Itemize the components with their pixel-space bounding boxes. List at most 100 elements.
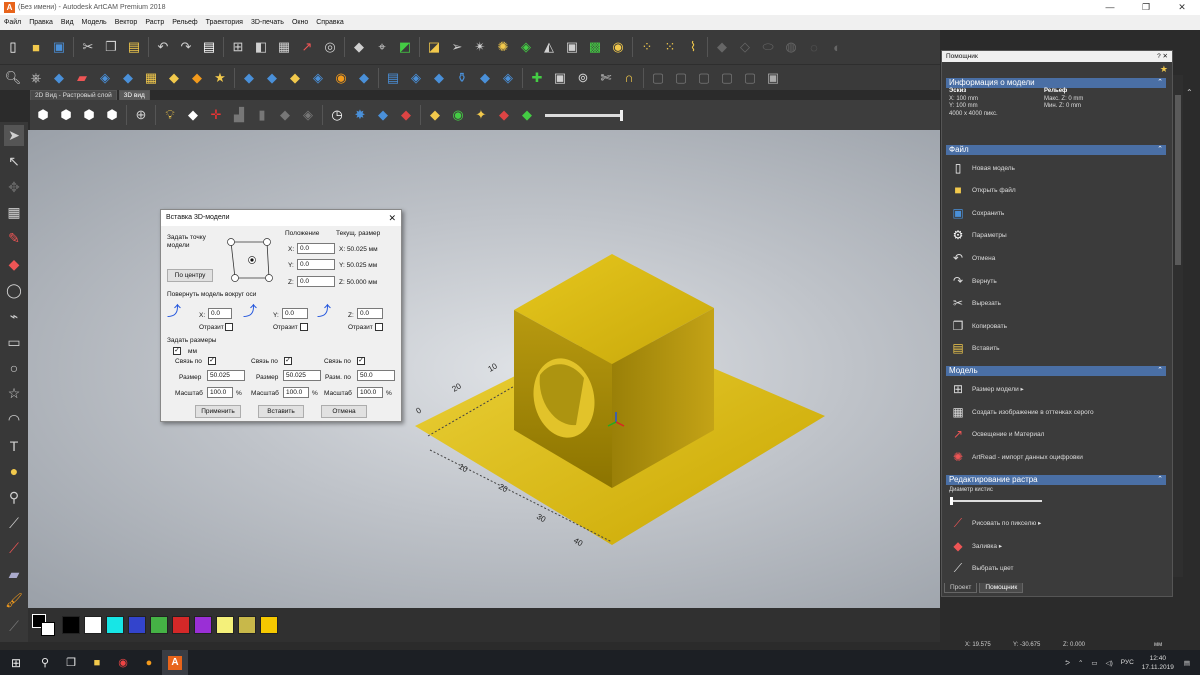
layers-shape-icon[interactable]: ◈ — [407, 69, 425, 87]
cancel-button[interactable]: Отмена — [321, 405, 367, 418]
menu-file[interactable]: Файл — [4, 19, 21, 26]
wrap-icon[interactable]: ◭ — [540, 38, 558, 56]
menu-vector[interactable]: Вектор — [115, 19, 138, 26]
paste-icon[interactable]: ▤ — [125, 38, 143, 56]
fade-icon[interactable]: ◐ — [828, 38, 846, 56]
start-icon[interactable]: ⊞ — [0, 650, 32, 675]
panel-item-grayscale[interactable]: ▦ Создать изображение в оттенках серого — [950, 402, 1093, 422]
stripe-shape-icon[interactable]: ▤ — [384, 69, 402, 87]
palette-swatch[interactable] — [216, 616, 234, 634]
drip-shape-icon[interactable]: ⚱ — [453, 69, 471, 87]
menu-toolpath[interactable]: Траектория — [206, 19, 243, 26]
tab-project[interactable]: Проект — [944, 583, 978, 593]
new-file-icon[interactable]: ▯ — [4, 38, 22, 56]
panel-item-settings[interactable]: ⚙ Параметры — [950, 225, 1007, 245]
paint-brush-icon[interactable]: 🖌︎ — [4, 590, 24, 611]
offset-icon[interactable]: ▣ — [563, 38, 581, 56]
open-folder-icon[interactable]: ■ — [27, 38, 45, 56]
blue-shape-3-icon[interactable]: ◆ — [286, 69, 304, 87]
arc-icon[interactable]: ◠ — [4, 409, 24, 430]
position-y-input[interactable]: 0.0 — [297, 259, 335, 270]
mirror-z-checkbox[interactable] — [375, 323, 383, 331]
link-z-checkbox[interactable]: ✓ — [357, 357, 365, 365]
weave-icon[interactable]: ◉ — [609, 38, 627, 56]
task-view-icon[interactable]: ❐ — [58, 650, 84, 675]
select-vector-icon[interactable]: ➢ — [448, 38, 466, 56]
rotate-x-input[interactable]: 0.0 — [208, 308, 232, 319]
mirror-x-checkbox[interactable] — [225, 323, 233, 331]
view-front-icon[interactable]: ⬢ — [57, 106, 75, 124]
sparkle-icon[interactable]: ✦ — [472, 106, 490, 124]
texture-icon[interactable]: ▦ — [142, 69, 160, 87]
view-iso-icon[interactable]: ⬢ — [34, 106, 52, 124]
close-button[interactable]: ✕ — [1164, 0, 1200, 15]
menu-help[interactable]: Справка — [316, 19, 343, 26]
relief-create-icon[interactable]: ◈ — [517, 38, 535, 56]
smooth-icon[interactable]: ◇ — [736, 38, 754, 56]
tab-2d-view[interactable]: 2D Вид - Растровый слой — [30, 90, 117, 100]
drop-icon[interactable]: ● — [4, 461, 24, 482]
stamp-icon[interactable]: ◆ — [119, 69, 137, 87]
section-model[interactable]: Модель ⌃ — [946, 366, 1166, 376]
menu-3d-print[interactable]: 3D-печать — [251, 19, 284, 26]
primary-secondary-color-swatch[interactable] — [32, 614, 56, 636]
artcam-taskbar-icon[interactable]: A — [162, 650, 188, 675]
factory-icon[interactable]: ▟ — [230, 106, 248, 124]
circle-tool-icon[interactable]: ◯ — [4, 280, 24, 301]
scissors-relief-icon[interactable]: ✄ — [597, 69, 615, 87]
undo-icon[interactable]: ↶ — [154, 38, 172, 56]
panel-item-artread[interactable]: ✺ ArtRead - импорт данных оцифровки — [950, 447, 1083, 467]
cut-icon[interactable]: ✂ — [79, 38, 97, 56]
text-tool-icon[interactable]: T — [4, 435, 24, 456]
insert-button[interactable]: Вставить — [258, 405, 304, 418]
picker-icon[interactable]: ⚲ — [4, 487, 24, 508]
tilt-shape-icon[interactable]: ◆ — [476, 69, 494, 87]
panel-item-cut[interactable]: ✂ Вырезать — [950, 293, 1001, 313]
menu-relief[interactable]: Рельеф — [172, 19, 197, 26]
firefox-icon[interactable]: ● — [136, 650, 162, 675]
grey-block-icon[interactable]: ◈ — [299, 106, 317, 124]
grey-4-icon[interactable]: ▢ — [718, 69, 736, 87]
merge-icon[interactable]: ▩ — [586, 38, 604, 56]
scrollbar-thumb[interactable] — [1175, 95, 1181, 265]
explorer-icon[interactable]: ■ — [84, 650, 110, 675]
dotted-grid-icon[interactable]: ⁙ — [661, 38, 679, 56]
orange-shape-icon[interactable]: ◆ — [188, 69, 206, 87]
extrude-icon[interactable]: ◈ — [96, 69, 114, 87]
view-right-icon[interactable]: ⬢ — [80, 106, 98, 124]
red-brush-icon[interactable]: ⟋ — [4, 539, 24, 560]
panel-item-open-file[interactable]: ■ Открыть файл — [950, 180, 1015, 200]
menu-window[interactable]: Окно — [292, 19, 308, 26]
green-relief-icon[interactable]: ◉ — [449, 106, 467, 124]
detail-slider-handle[interactable] — [620, 109, 623, 121]
grid-icon[interactable]: ▦ — [275, 38, 293, 56]
import-icon[interactable]: ◪ — [425, 38, 443, 56]
scale-z-input[interactable]: 100.0 — [357, 387, 383, 398]
section-model-info[interactable]: Информация о модели ⌃ — [946, 78, 1166, 88]
pencil-icon[interactable]: ✎ — [4, 228, 24, 249]
size-x-input[interactable]: 50.025 — [207, 370, 245, 381]
grey-3-icon[interactable]: ▢ — [695, 69, 713, 87]
zigzag-icon[interactable]: ⌇ — [684, 38, 702, 56]
section-raster-edit[interactable]: Редактирование растра ⌃ — [946, 475, 1166, 485]
eraser-tool-icon[interactable]: ▰ — [4, 564, 24, 585]
dialog-close-icon[interactable]: ✕ — [388, 210, 396, 226]
cube-shape-icon[interactable]: ◈ — [499, 69, 517, 87]
detail-slider[interactable] — [545, 109, 623, 121]
menu-model[interactable]: Модель — [82, 19, 107, 26]
zoom-icon[interactable]: 🔍︎ — [4, 69, 22, 87]
mirror-y-checkbox[interactable] — [300, 323, 308, 331]
tab-3d-view[interactable]: 3D вид — [118, 90, 150, 100]
mm-checkbox[interactable]: ✓ — [173, 347, 181, 355]
split-icon[interactable]: ◧ — [252, 38, 270, 56]
outline-mode-icon[interactable]: ◷ — [328, 106, 346, 124]
sculpt-icon[interactable]: ◍ — [782, 38, 800, 56]
scale-y-input[interactable]: 100.0 — [283, 387, 309, 398]
brush-icon[interactable]: ⟋ — [4, 513, 24, 534]
bin-icon[interactable]: ▮ — [253, 106, 271, 124]
panel-item-copy[interactable]: ❐ Копировать — [950, 316, 1007, 336]
panel-item-pick-color[interactable]: ⟋ Выбрать цвет — [950, 558, 1014, 578]
panel-scrollbar[interactable] — [1173, 75, 1183, 577]
node-select-icon[interactable]: ↖ — [4, 151, 24, 172]
layer-blue-icon[interactable]: ◆ — [374, 106, 392, 124]
